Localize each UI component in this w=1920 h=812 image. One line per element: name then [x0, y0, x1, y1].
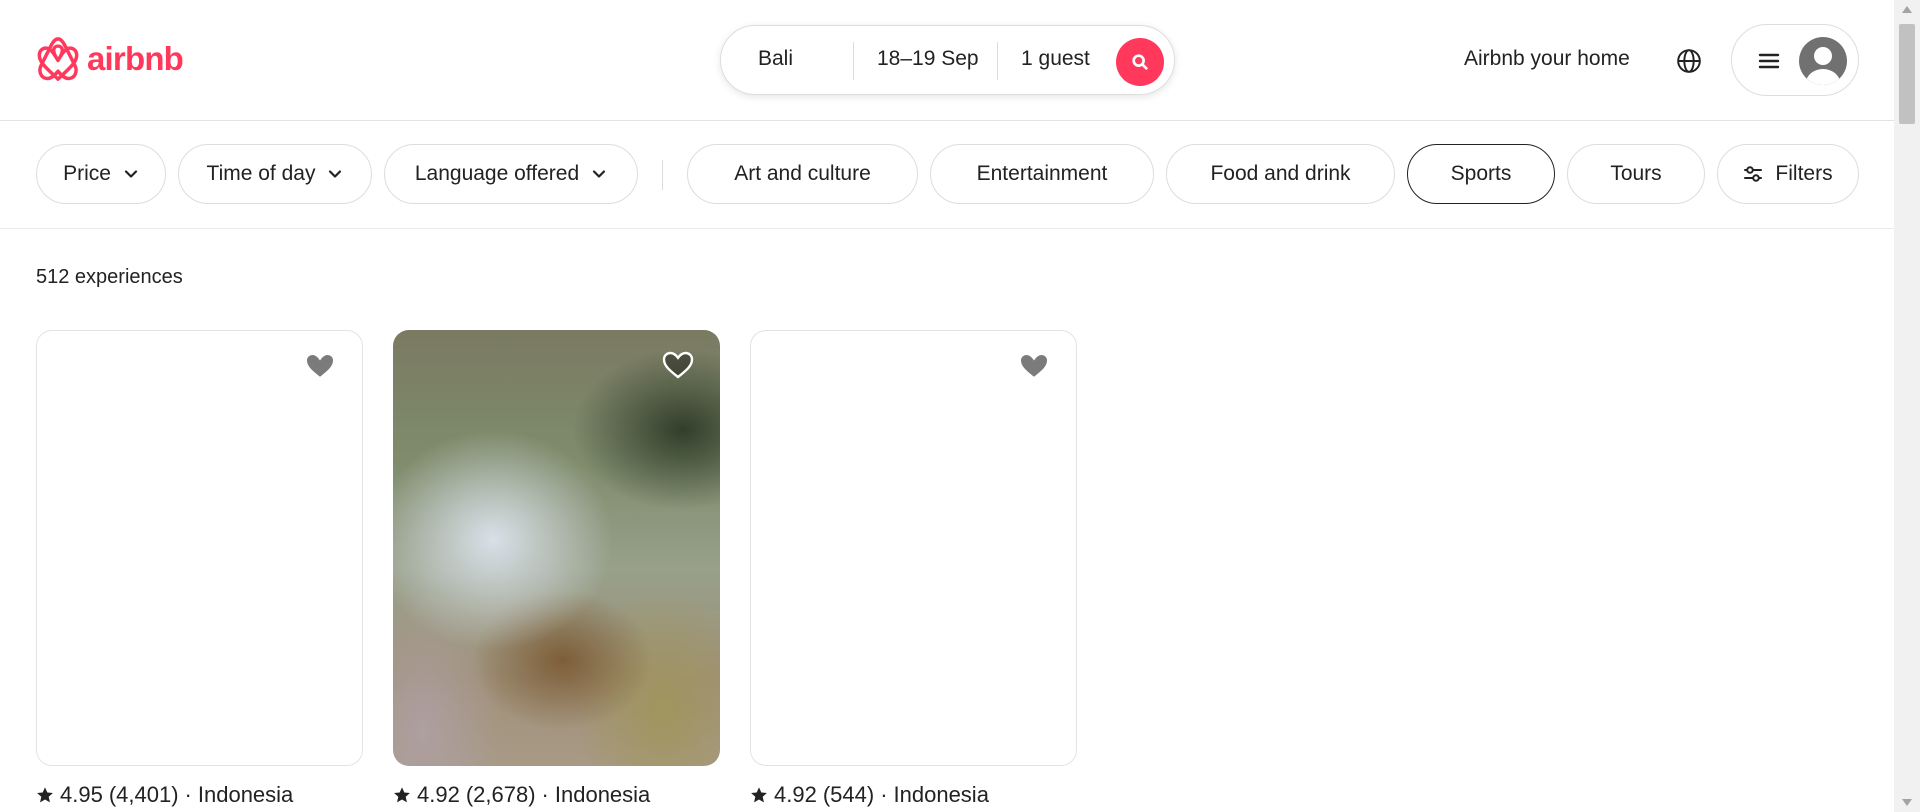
search-icon	[1132, 54, 1148, 70]
language-offered-filter-label: Language offered	[414, 162, 580, 185]
top-header: airbnb Bali 18–19 Sep 1 guest Airbnb you…	[0, 0, 1894, 121]
review-count: (4,401)	[108, 782, 179, 807]
card-location: Indonesia	[197, 782, 294, 807]
search-divider	[997, 42, 998, 80]
category-sports[interactable]: Sports	[1407, 144, 1555, 204]
experience-card-meta: 4.92 (544) · Indonesia	[750, 782, 989, 808]
filters-button-label: Filters	[1775, 162, 1833, 185]
rating-value: 4.92	[417, 782, 460, 807]
experience-card-image[interactable]	[393, 330, 720, 766]
category-tours[interactable]: Tours	[1567, 144, 1705, 204]
category-food-and-drink[interactable]: Food and drink	[1166, 144, 1395, 204]
filters-button[interactable]: Filters	[1717, 144, 1859, 204]
experience-card-meta: 4.92 (2,678) · Indonesia	[393, 782, 650, 808]
filter-divider	[662, 160, 663, 190]
language-offered-filter-dropdown[interactable]: Language offered	[384, 144, 638, 204]
airbnb-belo-logo-icon	[37, 37, 79, 81]
search-dates[interactable]: 18–19 Sep	[877, 47, 979, 71]
search-bar[interactable]: Bali 18–19 Sep 1 guest	[720, 25, 1175, 95]
filters-sliders-icon	[1744, 166, 1763, 182]
user-avatar-icon	[1799, 37, 1847, 85]
experience-count: 512 experiences	[36, 266, 183, 288]
review-count: (544)	[822, 782, 875, 807]
heart-icon[interactable]	[662, 350, 694, 380]
brand-name: airbnb	[87, 40, 184, 77]
heart-icon[interactable]	[1018, 351, 1050, 381]
chevron-down-icon	[329, 170, 342, 178]
globe-icon[interactable]	[1676, 48, 1702, 74]
separator-dot: ·	[541, 782, 549, 807]
rating-value: 4.95	[60, 782, 103, 807]
star-icon	[394, 787, 410, 803]
hamburger-menu-icon	[1758, 53, 1780, 69]
separator-dot: ·	[184, 782, 192, 807]
experience-card-meta: 4.95 (4,401) · Indonesia	[36, 782, 293, 808]
price-filter-dropdown[interactable]: Price	[36, 144, 166, 204]
separator-dot: ·	[880, 782, 888, 807]
search-location[interactable]: Bali	[758, 47, 793, 71]
card-location: Indonesia	[554, 782, 651, 807]
category-entertainment[interactable]: Entertainment	[930, 144, 1154, 204]
scroll-down-arrow-icon[interactable]	[1902, 799, 1912, 806]
chevron-down-icon	[593, 170, 606, 178]
user-menu-button[interactable]	[1731, 24, 1859, 96]
heart-icon[interactable]	[304, 351, 336, 381]
airbnb-logo[interactable]: airbnb	[35, 34, 184, 84]
search-button[interactable]	[1116, 38, 1164, 86]
scroll-up-arrow-icon[interactable]	[1902, 6, 1912, 13]
experience-card-image[interactable]	[750, 330, 1077, 766]
search-guests[interactable]: 1 guest	[1021, 47, 1090, 71]
category-art-and-culture[interactable]: Art and culture	[687, 144, 918, 204]
filter-bar: Price Time of day Language offered Art a…	[0, 121, 1894, 229]
review-count: (2,678)	[465, 782, 536, 807]
search-divider	[853, 42, 854, 80]
price-filter-label: Price	[63, 162, 111, 185]
experience-card-image[interactable]	[36, 330, 363, 766]
card-location: Indonesia	[893, 782, 989, 807]
scrollbar-thumb[interactable]	[1899, 24, 1915, 124]
star-icon	[37, 787, 53, 803]
rating-value: 4.92	[774, 782, 817, 807]
star-icon	[751, 787, 767, 803]
chevron-down-icon	[124, 170, 138, 178]
time-of-day-filter-dropdown[interactable]: Time of day	[178, 144, 372, 204]
time-of-day-filter-label: Time of day	[206, 162, 316, 185]
vertical-scrollbar[interactable]	[1894, 0, 1920, 812]
airbnb-your-home-link[interactable]: Airbnb your home	[1464, 47, 1630, 71]
